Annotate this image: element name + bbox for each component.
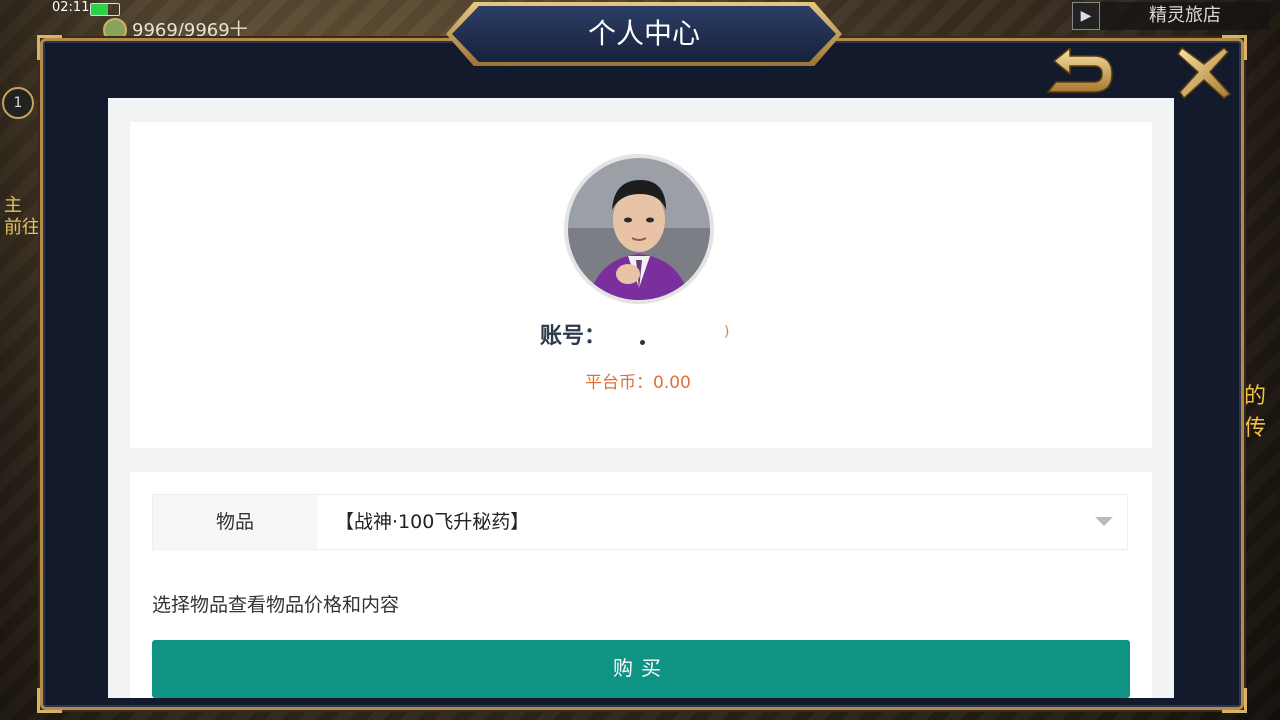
account-masked-dot — [640, 340, 645, 345]
corner-ornament — [37, 688, 62, 713]
shop-button[interactable]: 精灵旅店 — [1100, 2, 1270, 30]
content-panel: 账号： ) 平台币：0.00 物品 【战神·100飞升秘药】 选择物品查看物品价… — [108, 98, 1174, 698]
purchase-card: 物品 【战神·100飞升秘药】 选择物品查看物品价格和内容 购买 — [130, 472, 1152, 698]
side-banner-text: 的传 — [1244, 384, 1267, 441]
status-time: 02:11 — [52, 0, 90, 15]
account-suffix: ) — [724, 324, 730, 340]
corner-ornament — [1222, 688, 1247, 713]
battery-icon — [90, 3, 120, 16]
back-button[interactable] — [1042, 46, 1118, 98]
expand-arrow-icon[interactable]: ▶ — [1072, 2, 1100, 30]
item-dropdown[interactable]: 【战神·100飞升秘药】 — [317, 495, 1127, 549]
item-label: 物品 — [153, 495, 317, 549]
item-selected-value: 【战神·100飞升秘药】 — [335, 511, 530, 533]
corner-ornament — [37, 35, 62, 60]
account-label: 账号： — [540, 324, 607, 349]
left-quest-text[interactable]: 主 前往 — [4, 195, 40, 239]
close-x-icon — [1177, 46, 1232, 100]
close-button[interactable] — [1176, 44, 1232, 100]
platform-coin-balance: 平台币：0.00 — [585, 373, 691, 393]
back-arrow-icon — [1046, 46, 1113, 93]
chevron-down-icon — [1095, 517, 1113, 526]
page-title: 个人中心 — [587, 17, 700, 50]
buy-button[interactable]: 购买 — [152, 640, 1130, 698]
profile-card: 账号： ) 平台币：0.00 — [130, 122, 1152, 448]
avatar-portrait — [568, 158, 710, 300]
avatar — [564, 154, 714, 304]
level-badge[interactable]: 1 — [2, 87, 34, 119]
item-select-row: 物品 【战神·100飞升秘药】 — [152, 494, 1128, 550]
item-hint-text: 选择物品查看物品价格和内容 — [152, 594, 400, 616]
